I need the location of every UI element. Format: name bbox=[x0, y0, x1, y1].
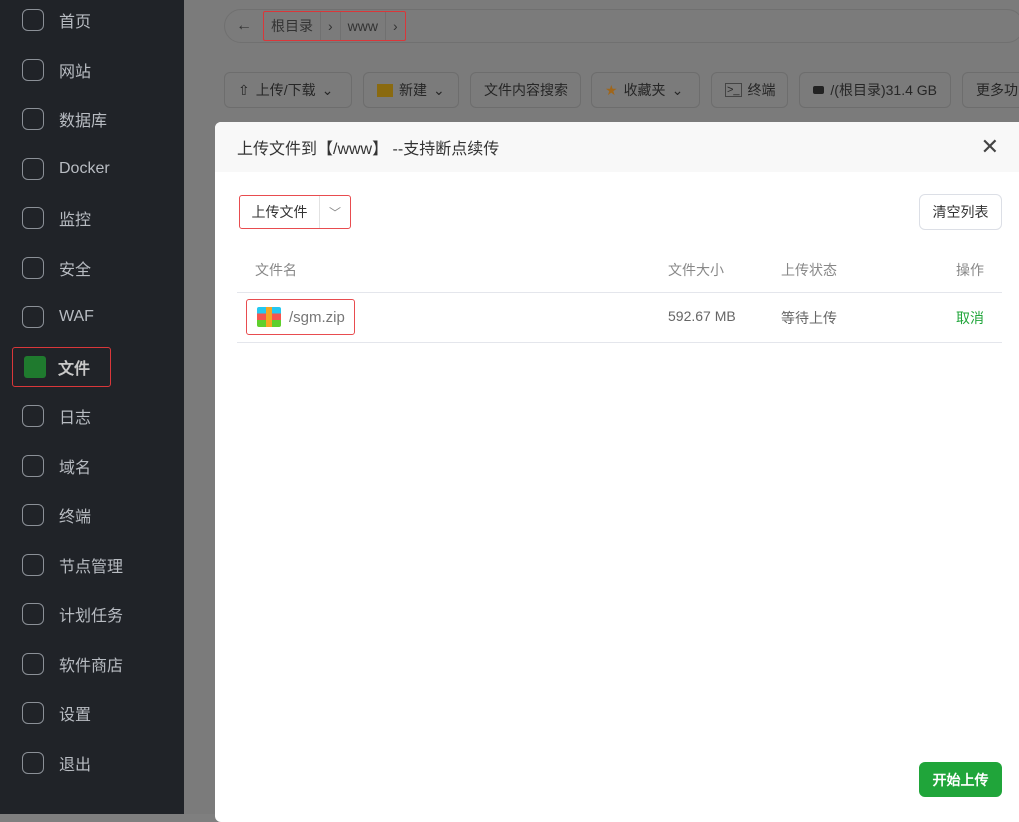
chevron-down-icon: ⌄ bbox=[321, 81, 334, 98]
zip-file-icon bbox=[257, 307, 281, 327]
folder-icon bbox=[24, 356, 46, 378]
cancel-link[interactable]: 取消 bbox=[956, 308, 984, 328]
chevron-down-icon[interactable]: ﹀ bbox=[320, 196, 350, 228]
disk-button[interactable]: /(根目录)31.4 GB bbox=[799, 72, 951, 108]
calendar-icon bbox=[22, 603, 44, 625]
sidebar-item-logout[interactable]: 退出 bbox=[0, 743, 184, 783]
sidebar-item-cron[interactable]: 计划任务 bbox=[0, 594, 184, 634]
breadcrumb-root[interactable]: 根目录 bbox=[264, 12, 321, 40]
more-functions-button[interactable]: 更多功能 bbox=[962, 72, 1019, 108]
sidebar-item-docker[interactable]: Docker bbox=[0, 149, 184, 189]
monitor-icon bbox=[22, 207, 44, 229]
sidebar-item-website[interactable]: 网站 bbox=[0, 50, 184, 90]
path-bar[interactable]: ← 根目录 › www › bbox=[224, 9, 1019, 43]
column-header-action: 操作 bbox=[956, 262, 984, 278]
sidebar-item-monitor[interactable]: 监控 bbox=[0, 198, 184, 238]
divider bbox=[237, 342, 1002, 343]
content-search-button[interactable]: 文件内容搜索 bbox=[470, 72, 581, 108]
divider bbox=[237, 292, 1002, 293]
back-arrow-icon[interactable]: ← bbox=[225, 17, 263, 35]
chevron-right-icon[interactable]: › bbox=[386, 12, 405, 40]
home-icon bbox=[22, 9, 44, 31]
start-upload-button[interactable]: 开始上传 bbox=[919, 762, 1002, 797]
close-icon[interactable]: ✕ bbox=[981, 134, 999, 160]
upload-files-split-button: 上传文件 ﹀ bbox=[239, 195, 351, 229]
column-header-status: 上传状态 bbox=[781, 262, 837, 278]
new-button[interactable]: 新建 ⌄ bbox=[363, 72, 459, 108]
sidebar-item-security[interactable]: 安全 bbox=[0, 248, 184, 288]
sidebar-item-nodes[interactable]: 节点管理 bbox=[0, 545, 184, 585]
column-header-size: 文件大小 bbox=[668, 262, 724, 278]
website-icon bbox=[22, 59, 44, 81]
new-folder-icon bbox=[377, 83, 393, 97]
breadcrumb-www[interactable]: www bbox=[341, 12, 387, 40]
sidebar-item-domains[interactable]: 域名 bbox=[0, 446, 184, 486]
column-header-name: 文件名 bbox=[255, 262, 297, 278]
sidebar-item-logs[interactable]: 日志 bbox=[0, 396, 184, 436]
upload-icon: ⇧ bbox=[238, 81, 250, 98]
file-size: 592.67 MB bbox=[668, 308, 736, 324]
chevron-down-icon: ⌄ bbox=[433, 81, 445, 98]
shield-icon bbox=[22, 257, 44, 279]
sidebar-item-terminal[interactable]: 终端 bbox=[0, 495, 184, 535]
sidebar-item-home[interactable]: 首页 bbox=[0, 0, 184, 40]
settings-icon bbox=[22, 702, 44, 724]
clear-list-button[interactable]: 清空列表 bbox=[919, 194, 1002, 230]
globe-icon bbox=[22, 306, 44, 328]
upload-status: 等待上传 bbox=[781, 310, 837, 326]
log-icon bbox=[22, 405, 44, 427]
table-row-file: /sgm.zip bbox=[246, 299, 355, 335]
sidebar-item-files[interactable]: 文件 bbox=[12, 347, 111, 387]
sidebar: 首页 网站 数据库 Docker 监控 安全 WAF 文件 日志 域名 终端 节… bbox=[0, 0, 184, 814]
terminal-button[interactable]: >_ 终端 bbox=[711, 72, 788, 108]
sidebar-item-settings[interactable]: 设置 bbox=[0, 693, 184, 733]
logout-icon bbox=[22, 752, 44, 774]
favorites-button[interactable]: ★ 收藏夹 ⌄ bbox=[591, 72, 700, 108]
node-icon bbox=[22, 554, 44, 576]
database-icon bbox=[22, 108, 44, 130]
terminal-icon bbox=[22, 504, 44, 526]
sidebar-item-waf[interactable]: WAF bbox=[0, 297, 184, 337]
terminal-icon: >_ bbox=[725, 83, 742, 97]
docker-icon bbox=[22, 158, 44, 180]
breadcrumb: 根目录 › www › bbox=[263, 11, 406, 41]
chevron-down-icon: ⌄ bbox=[671, 81, 684, 98]
upload-dialog: 上传文件到【/www】 --支持断点续传 ✕ 上传文件 ﹀ 清空列表 文件名 文… bbox=[215, 122, 1019, 822]
apps-icon bbox=[22, 653, 44, 675]
upload-files-button[interactable]: 上传文件 bbox=[240, 196, 320, 228]
sidebar-item-database[interactable]: 数据库 bbox=[0, 99, 184, 139]
disk-icon bbox=[813, 86, 825, 94]
chevron-right-icon[interactable]: › bbox=[321, 12, 341, 40]
www-icon bbox=[22, 455, 44, 477]
sidebar-item-store[interactable]: 软件商店 bbox=[0, 644, 184, 684]
star-icon: ★ bbox=[605, 81, 618, 98]
upload-download-button[interactable]: ⇧ 上传/下载 ⌄ bbox=[224, 72, 352, 108]
dialog-title: 上传文件到【/www】 --支持断点续传 bbox=[237, 141, 500, 158]
